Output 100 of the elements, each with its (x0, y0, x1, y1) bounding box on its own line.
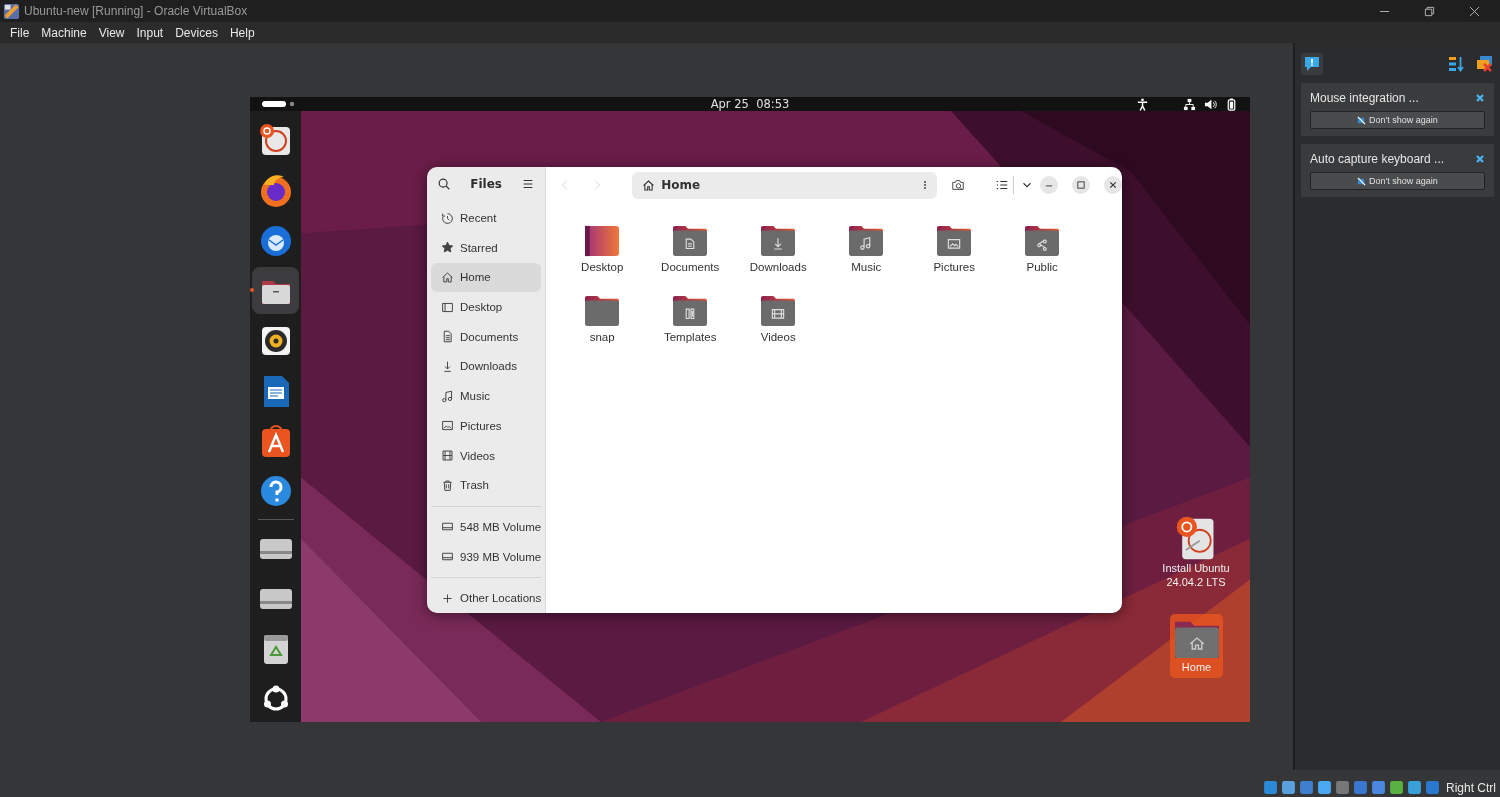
device-status-icon[interactable] (1371, 780, 1386, 795)
sidebar-item[interactable]: Downloads (431, 351, 542, 382)
home-icon (642, 178, 656, 192)
folder-label: Public (1026, 261, 1058, 273)
folder-item[interactable]: Public (998, 224, 1087, 294)
folder-item[interactable]: snap (558, 294, 647, 364)
sidebar-label: Documents (460, 330, 519, 343)
search-folder-icon[interactable] (951, 178, 966, 192)
folder-item[interactable]: Videos (734, 294, 823, 364)
sidebar-item[interactable]: Documents (431, 321, 542, 352)
restore-icon[interactable] (1424, 5, 1435, 17)
network-icon[interactable] (1183, 97, 1196, 111)
host-key-label: Right Ctrl (1446, 780, 1496, 795)
folder-label: Music (851, 261, 882, 273)
desktop-icon[interactable]: Install Ubuntu 24.04.2 LTS (1151, 511, 1241, 593)
more-icon[interactable] (923, 179, 928, 191)
download-icon (441, 359, 454, 373)
close-all-icon[interactable] (1474, 54, 1494, 74)
menu-item[interactable]: Devices (169, 25, 224, 40)
desktop-folder-icon (583, 224, 622, 258)
sort-icon[interactable] (1446, 54, 1466, 74)
device-status-icon[interactable] (1353, 780, 1368, 795)
folder-item[interactable]: Desktop (558, 224, 647, 294)
folder-icon (583, 294, 622, 328)
battery-icon[interactable] (1225, 97, 1238, 111)
sidebar-item[interactable]: Home (431, 262, 542, 293)
folder-item[interactable]: Music (822, 224, 911, 294)
sidebar-item[interactable]: Recent (431, 203, 542, 233)
sidebar-item[interactable]: Desktop (431, 292, 542, 322)
pictures-folder-icon (935, 224, 974, 258)
sidebar-item[interactable]: Music (431, 381, 542, 411)
device-status-icon[interactable] (1335, 780, 1350, 795)
close-icon[interactable] (1475, 154, 1485, 164)
folder-item[interactable]: Pictures (910, 224, 999, 294)
film-icon (441, 449, 454, 462)
sidebar-item[interactable]: Videos (431, 440, 542, 471)
sidebar-item[interactable]: Trash (431, 470, 542, 501)
folder-label: Documents (661, 261, 720, 273)
videos-folder-icon (759, 294, 798, 328)
device-status-icon[interactable] (1425, 780, 1440, 795)
sidebar-label: 548 MB Volume (460, 520, 542, 533)
sidebar-item[interactable]: Pictures (431, 411, 542, 441)
sidebar-item[interactable]: 548 MB Volume (431, 512, 542, 542)
close-button[interactable] (1104, 176, 1122, 194)
device-status-icon[interactable] (1281, 780, 1296, 795)
workspace-indicator-icon[interactable] (262, 100, 296, 108)
sidebar-label: Desktop (460, 301, 503, 314)
document-icon (441, 330, 454, 344)
menu-item[interactable]: File (4, 25, 36, 40)
folder-item[interactable]: Downloads (734, 224, 823, 294)
sidebar-label: Downloads (460, 360, 517, 373)
app-logo-icon (3, 2, 20, 20)
menu-item[interactable]: View (92, 25, 131, 40)
sidebar-label: 939 MB Volume (460, 550, 542, 563)
device-status-icon[interactable] (1299, 780, 1314, 795)
maximize-button[interactable] (1072, 176, 1091, 194)
path-bar[interactable]: Home (632, 171, 938, 199)
sidebar-label: Recent (460, 212, 497, 224)
dock-item[interactable] (252, 267, 299, 314)
device-status-icon[interactable] (1263, 780, 1278, 795)
list-view-icon[interactable] (995, 178, 1010, 192)
notification-title: Auto capture keyboard ... (1310, 152, 1446, 166)
music-note-icon (441, 389, 454, 403)
downloads-folder-icon (759, 224, 798, 258)
documents-folder-icon (671, 224, 710, 258)
close-icon[interactable] (1475, 93, 1485, 103)
sidebar-label: Music (460, 390, 491, 403)
message-icon[interactable] (1301, 53, 1323, 75)
dont-show-again-button[interactable]: Don't show again (1310, 111, 1485, 129)
sidebar-label: Other Locations (460, 592, 542, 605)
folder-label: Templates (663, 331, 717, 343)
trash-icon (441, 478, 454, 492)
picture-icon (441, 419, 454, 433)
desktop-icon[interactable]: Home (1170, 614, 1223, 678)
device-status-icon[interactable] (1317, 780, 1332, 795)
plus-icon (441, 591, 454, 605)
hide-icon (1357, 176, 1367, 186)
menu-item[interactable]: Help (223, 25, 261, 40)
sidebar-item[interactable]: 939 MB Volume (431, 541, 542, 572)
folder-item[interactable]: Templates (646, 294, 735, 364)
music-folder-icon (847, 224, 886, 258)
close-icon[interactable] (1469, 5, 1480, 17)
desktop-icon (441, 300, 454, 314)
folder-label: Pictures (933, 261, 975, 273)
accessibility-icon[interactable] (1136, 97, 1149, 111)
star-icon (441, 241, 454, 255)
clock[interactable]: Apr 25 08:53 (710, 97, 790, 111)
sidebar-item[interactable]: Starred (431, 232, 542, 263)
desktop-icon-label: Install Ubuntu 24.04.2 LTS (1161, 561, 1231, 589)
search-icon[interactable] (437, 177, 451, 192)
dont-show-again-button[interactable]: Don't show again (1310, 172, 1485, 190)
menu-item[interactable]: Input (130, 25, 170, 40)
device-status-icon[interactable] (1407, 780, 1422, 795)
sidebar-label: Home (460, 271, 491, 284)
sidebar-item[interactable]: Other Locations (431, 583, 542, 613)
menu-item[interactable]: Machine (35, 25, 93, 40)
device-status-icon[interactable] (1389, 780, 1404, 795)
sidebar-label: Trash (460, 479, 489, 492)
folder-label: snap (589, 331, 615, 343)
folder-item[interactable]: Documents (646, 224, 735, 294)
